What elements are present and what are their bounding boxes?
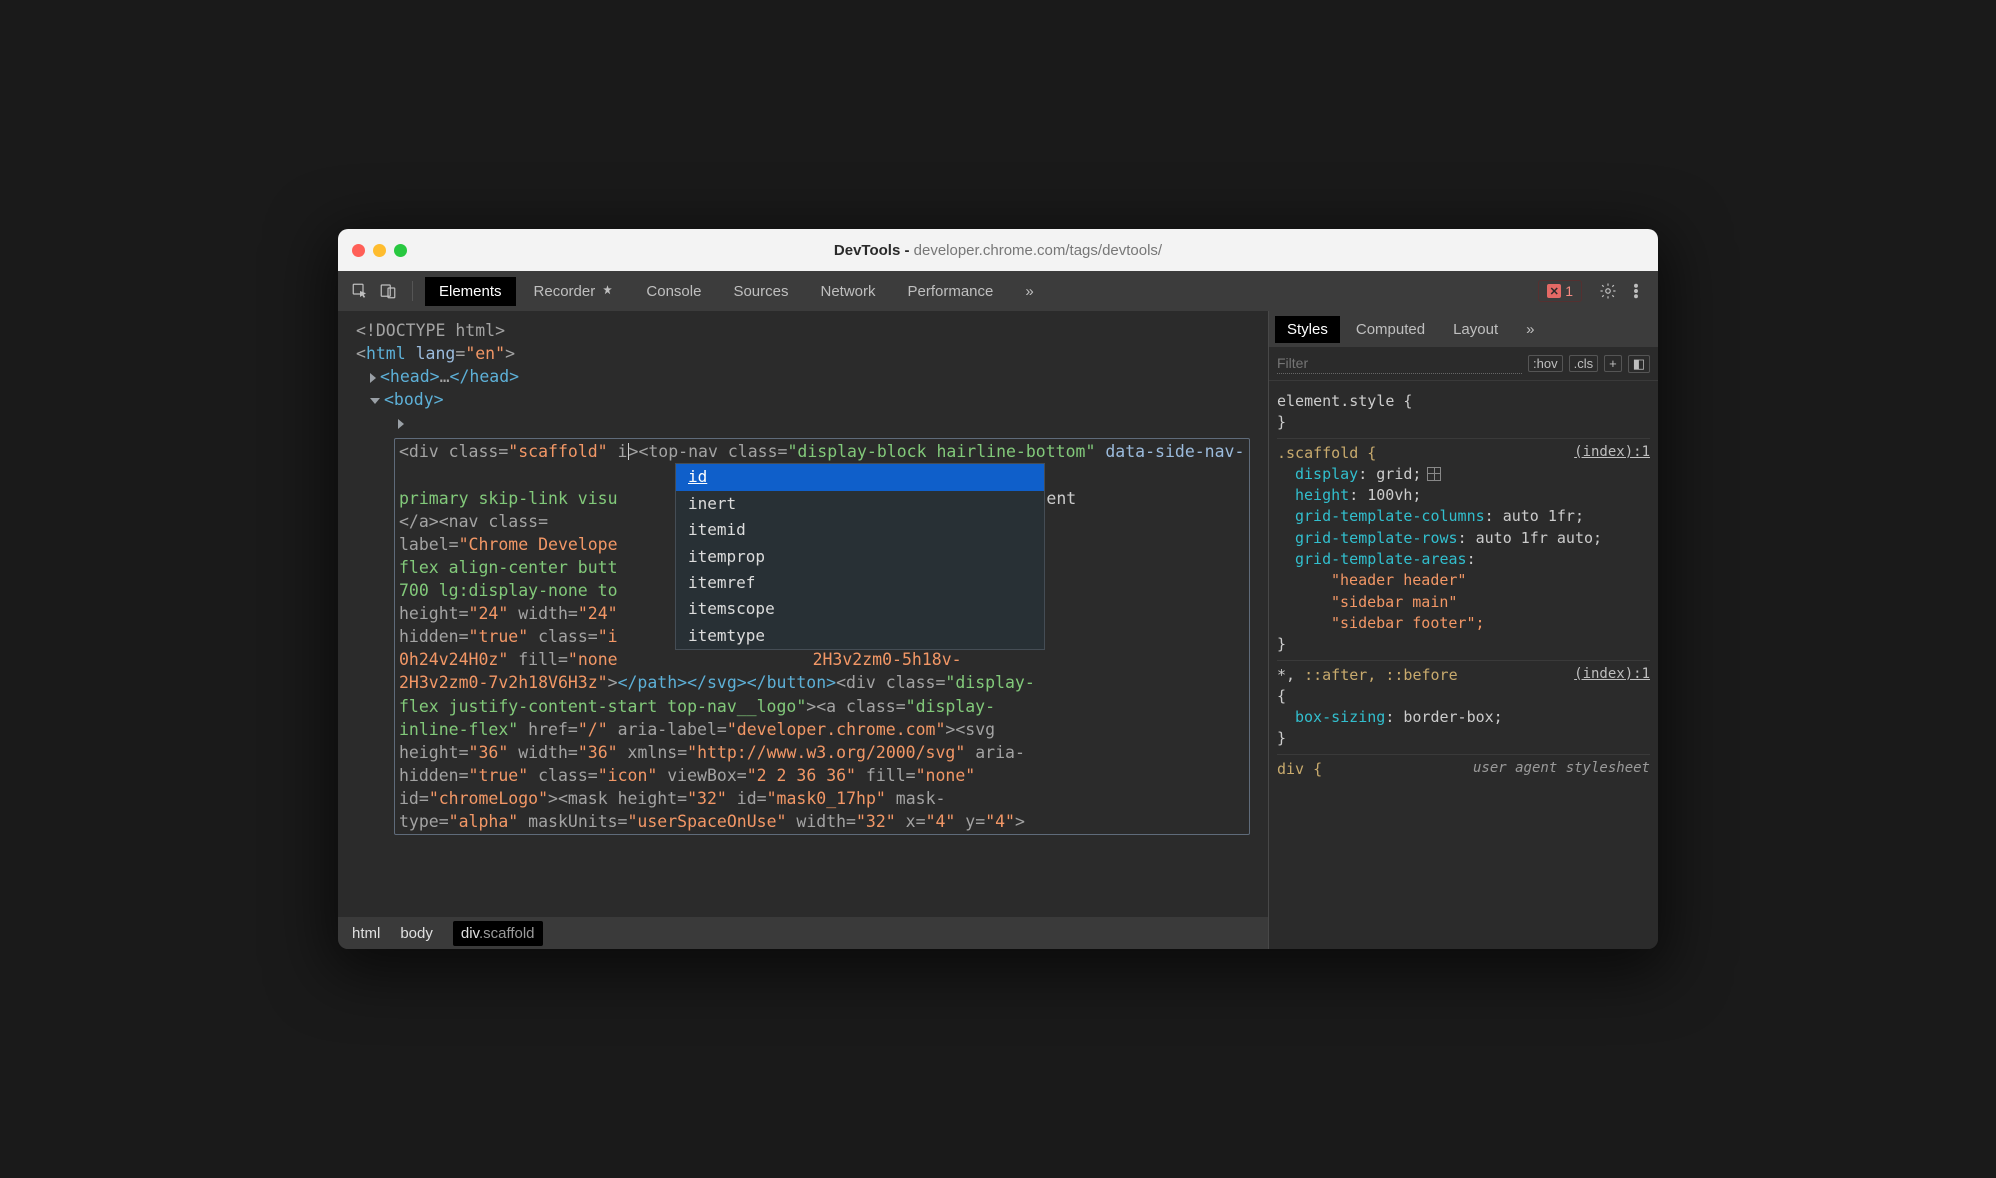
tab-recorder[interactable]: Recorder <box>520 277 629 306</box>
doctype-node: <!DOCTYPE html> <box>356 321 505 340</box>
dom-tree[interactable]: <!DOCTYPE html> <html lang="en"> <head>…… <box>338 311 1268 917</box>
tab-sources[interactable]: Sources <box>719 277 802 306</box>
expand-toggle-icon[interactable] <box>370 373 376 383</box>
tab-console[interactable]: Console <box>632 277 715 306</box>
tab-styles[interactable]: Styles <box>1275 316 1340 343</box>
new-style-rule-button[interactable]: + <box>1604 355 1622 372</box>
autocomplete-item[interactable]: itemref <box>676 570 1044 596</box>
autocomplete-item[interactable]: itemprop <box>676 544 1044 570</box>
grid-badge-icon[interactable] <box>1427 467 1441 481</box>
computed-sidebar-toggle-icon[interactable]: ◧ <box>1628 355 1650 373</box>
styles-pane[interactable]: element.style { } (index):1 .scaffold { … <box>1269 381 1658 949</box>
autocomplete-item[interactable]: itemscope <box>676 596 1044 622</box>
style-rule[interactable]: element.style { } <box>1277 387 1650 439</box>
tab-layout[interactable]: Layout <box>1441 316 1510 343</box>
collapse-toggle-icon[interactable] <box>370 398 380 404</box>
more-tabs-icon[interactable]: » <box>1514 316 1546 343</box>
errors-badge[interactable]: ✕ 1 <box>1538 280 1582 302</box>
user-agent-label: user agent stylesheet <box>1473 759 1650 779</box>
dom-breadcrumbs: html body div.scaffold <box>338 917 1268 949</box>
expand-toggle-icon[interactable] <box>398 419 404 429</box>
minimize-window-button[interactable] <box>373 244 386 257</box>
selected-dom-node[interactable]: <div class="scaffold" i><top-nav class="… <box>394 438 1250 835</box>
main-toolbar: Elements Recorder Console Sources Networ… <box>338 271 1658 311</box>
device-toggle-icon[interactable] <box>376 279 400 303</box>
hov-toggle[interactable]: :hov <box>1528 355 1563 372</box>
rule-source-link[interactable]: (index):1 <box>1574 443 1650 463</box>
settings-icon[interactable] <box>1596 279 1620 303</box>
autocomplete-item[interactable]: itemtype <box>676 623 1044 649</box>
window-titlebar: DevTools - developer.chrome.com/tags/dev… <box>338 229 1658 271</box>
maximize-window-button[interactable] <box>394 244 407 257</box>
autocomplete-item[interactable]: itemid <box>676 517 1044 543</box>
error-icon: ✕ <box>1547 284 1561 298</box>
attribute-autocomplete[interactable]: id inert itemid itemprop itemref itemsco… <box>675 463 1045 650</box>
breadcrumb-item-active[interactable]: div.scaffold <box>453 921 543 946</box>
more-tabs-icon[interactable]: » <box>1011 277 1047 306</box>
tab-network[interactable]: Network <box>806 277 889 306</box>
tab-performance[interactable]: Performance <box>894 277 1008 306</box>
style-rule[interactable]: (index):1 .scaffold { display: grid; hei… <box>1277 439 1650 661</box>
breadcrumb-item[interactable]: body <box>400 925 433 942</box>
styles-tabbar: Styles Computed Layout » <box>1269 311 1658 347</box>
window-title: DevTools - developer.chrome.com/tags/dev… <box>834 242 1162 259</box>
rule-source-link[interactable]: (index):1 <box>1574 665 1650 685</box>
kebab-menu-icon[interactable] <box>1624 279 1648 303</box>
tab-elements[interactable]: Elements <box>425 277 516 306</box>
close-window-button[interactable] <box>352 244 365 257</box>
style-rule[interactable]: user agent stylesheet div { <box>1277 755 1650 784</box>
style-rule[interactable]: (index):1 *, *, ::after, ::before {::aft… <box>1277 661 1650 755</box>
inspect-icon[interactable] <box>348 279 372 303</box>
toolbar-separator <box>412 281 413 301</box>
breadcrumb-item[interactable]: html <box>352 925 380 942</box>
rule-selector: element.style { <box>1277 391 1650 412</box>
styles-filter-bar: :hov .cls + ◧ <box>1269 347 1658 381</box>
autocomplete-item[interactable]: id <box>676 464 1044 490</box>
autocomplete-item[interactable]: inert <box>676 491 1044 517</box>
cls-toggle[interactable]: .cls <box>1569 355 1599 372</box>
tab-computed[interactable]: Computed <box>1344 316 1437 343</box>
styles-filter-input[interactable] <box>1277 353 1522 374</box>
